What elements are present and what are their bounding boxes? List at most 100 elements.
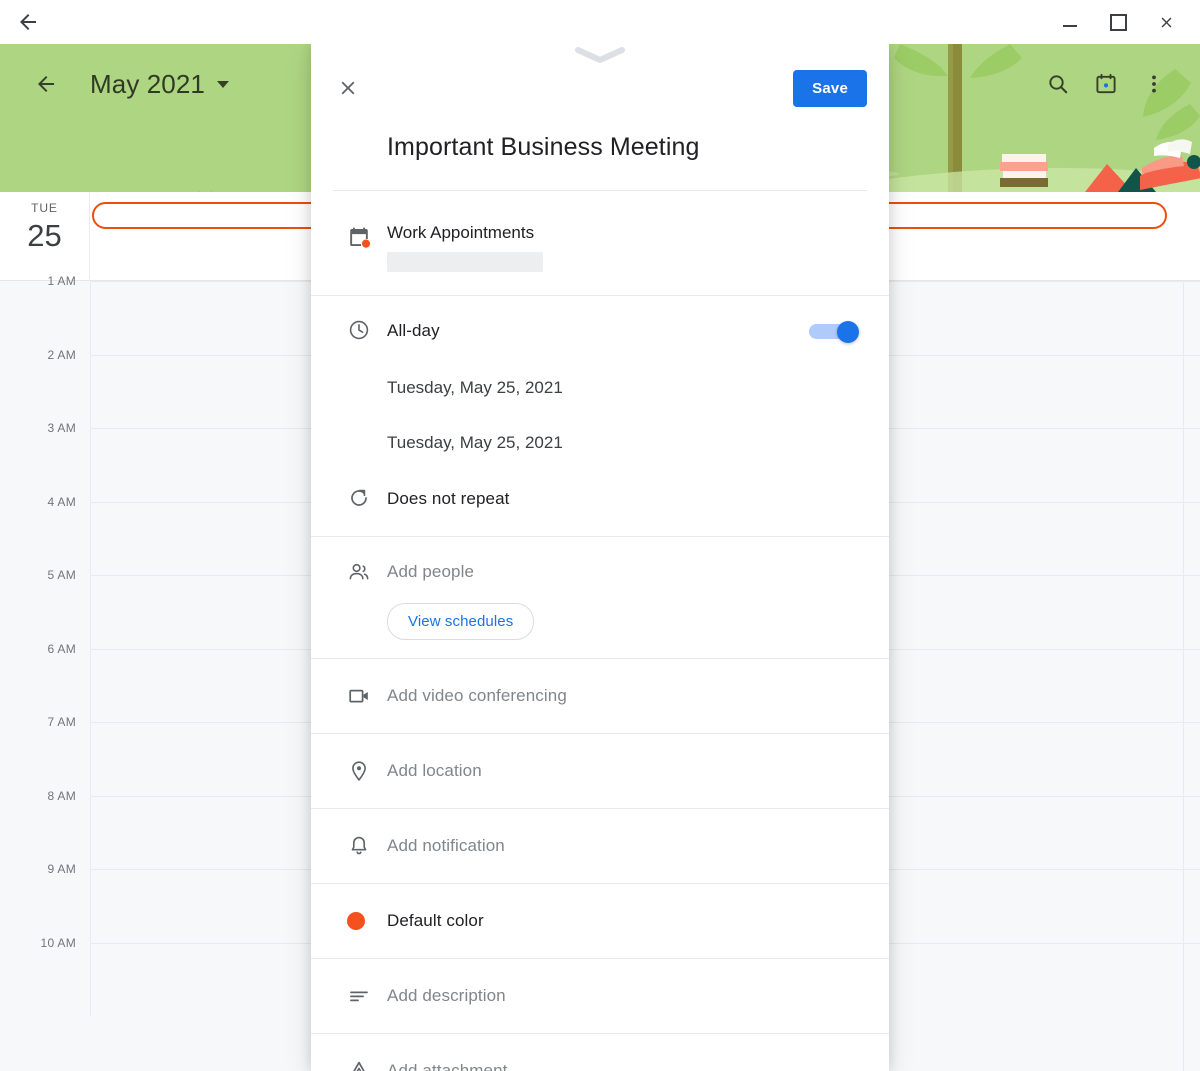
all-day-row[interactable]: All-day <box>333 302 867 360</box>
header-divider <box>333 190 867 191</box>
month-selector[interactable]: May 2021 <box>90 69 229 100</box>
search-icon <box>1049 75 1068 94</box>
add-attachment-label: Add attachment <box>387 1061 508 1071</box>
month-title: May 2021 <box>90 68 205 99</box>
notification-section: Add notification <box>311 809 889 884</box>
add-notification-label: Add notification <box>387 836 505 855</box>
video-icon-slot <box>333 659 387 733</box>
location-section: Add location <box>311 734 889 809</box>
event-title-input[interactable]: Important Business Meeting <box>333 110 867 164</box>
calendar-name: Work Appointments <box>387 223 535 242</box>
hour-label: 3 AM <box>47 421 76 435</box>
calendar-section: Work Appointments <box>311 191 889 296</box>
calendar-row[interactable]: Work Appointments <box>333 205 867 279</box>
hour-label: 9 AM <box>47 862 76 876</box>
calendar-row-body: Work Appointments <box>387 205 867 272</box>
all-day-toggle[interactable] <box>809 321 859 343</box>
color-body: Default color <box>387 884 867 958</box>
repeat-body: Does not repeat <box>387 470 867 528</box>
hour-label: 6 AM <box>47 641 76 656</box>
drive-triangle-icon <box>353 1061 365 1071</box>
today-button[interactable] <box>1082 60 1130 108</box>
repeat-icon <box>351 489 367 506</box>
add-attachment-row[interactable]: Add attachment <box>333 1034 867 1071</box>
people-section: Add people View schedules <box>311 537 889 659</box>
bell-icon <box>351 836 367 855</box>
window-titlebar <box>0 0 1200 44</box>
color-section: Default color <box>311 884 889 959</box>
bell-icon-slot <box>333 809 387 883</box>
location-icon-slot <box>333 734 387 808</box>
video-section: Add video conferencing <box>311 659 889 734</box>
repeat-icon-slot <box>333 470 387 525</box>
search-button[interactable] <box>1034 60 1082 108</box>
repeat-row[interactable]: Does not repeat <box>333 470 867 528</box>
hour-label: 4 AM <box>47 494 76 509</box>
hour-label: 5 AM <box>47 568 76 582</box>
add-notification-row[interactable]: Add notification <box>333 809 867 883</box>
arrow-left-icon <box>20 14 36 30</box>
day-of-week: TUE <box>31 201 58 215</box>
add-people-placeholder: Add people <box>387 562 475 581</box>
add-location-label: Add location <box>387 761 482 780</box>
dialog-close-button[interactable] <box>327 67 369 109</box>
all-day-label: All-day <box>387 321 440 340</box>
close-window-button[interactable] <box>1142 0 1190 44</box>
window-controls <box>1046 0 1190 44</box>
end-date-row[interactable]: Tuesday, May 25, 2021 <box>333 415 867 470</box>
dialog-header-row: Save <box>333 66 867 110</box>
maximize-button[interactable] <box>1094 0 1142 44</box>
color-swatch-icon <box>347 912 365 930</box>
video-camera-icon <box>349 689 368 703</box>
save-button[interactable]: Save <box>793 69 867 107</box>
close-icon <box>1161 17 1171 27</box>
calendar-today-icon <box>1096 73 1116 94</box>
toggle-thumb <box>837 321 859 343</box>
calendar-owner-redacted <box>387 252 543 272</box>
maximize-icon <box>1109 13 1127 31</box>
hour-label: 2 AM <box>47 347 76 362</box>
day-column-header[interactable]: TUE 25 <box>0 192 90 279</box>
add-location-row[interactable]: Add location <box>333 734 867 808</box>
add-attachment-body: Add attachment <box>387 1034 867 1071</box>
chevron-down-icon <box>216 80 229 88</box>
window-back-button[interactable] <box>6 0 50 44</box>
hour-label: 8 AM <box>47 788 76 803</box>
attachment-section: Add attachment <box>311 1034 889 1071</box>
hour-label: 7 AM <box>47 715 76 729</box>
add-people-row[interactable]: Add people <box>333 543 867 601</box>
clock-icon-slot <box>333 302 387 357</box>
description-lines-icon <box>350 991 368 1002</box>
event-edit-dialog: Save Important Business Meeting Work App… <box>311 44 889 1071</box>
clock-icon <box>349 320 369 339</box>
start-date-value: Tuesday, May 25, 2021 <box>387 378 563 397</box>
start-date-row[interactable]: Tuesday, May 25, 2021 <box>333 360 867 415</box>
add-description-body: Add description <box>387 959 867 1033</box>
calendar-back-button[interactable] <box>24 62 68 106</box>
color-label: Default color <box>387 911 484 930</box>
arrow-left-icon <box>38 76 54 92</box>
all-day-body: All-day <box>387 302 867 360</box>
add-description-row[interactable]: Add description <box>333 959 867 1033</box>
close-icon <box>341 81 355 95</box>
location-pin-icon <box>352 761 366 782</box>
calendar-icon-slot <box>333 205 387 279</box>
add-people-body: Add people <box>387 543 867 601</box>
minimize-button[interactable] <box>1046 0 1094 44</box>
hour-label: 1 AM <box>47 274 76 288</box>
repeat-label: Does not repeat <box>387 489 510 508</box>
attachment-icon-slot <box>333 1034 387 1071</box>
dialog-header: Save Important Business Meeting <box>311 44 889 191</box>
more-options-button[interactable] <box>1130 60 1178 108</box>
description-section: Add description <box>311 959 889 1034</box>
add-video-label: Add video conferencing <box>387 686 567 705</box>
minimize-icon <box>1063 25 1077 27</box>
view-schedules-button[interactable]: View schedules <box>387 603 535 640</box>
add-video-row[interactable]: Add video conferencing <box>333 659 867 733</box>
people-icon-slot <box>333 543 387 601</box>
end-date-value: Tuesday, May 25, 2021 <box>387 433 563 452</box>
add-description-label: Add description <box>387 986 506 1005</box>
color-row[interactable]: Default color <box>333 884 867 958</box>
calendar-toolbar-actions <box>1034 60 1178 108</box>
color-dot-slot <box>333 884 387 958</box>
